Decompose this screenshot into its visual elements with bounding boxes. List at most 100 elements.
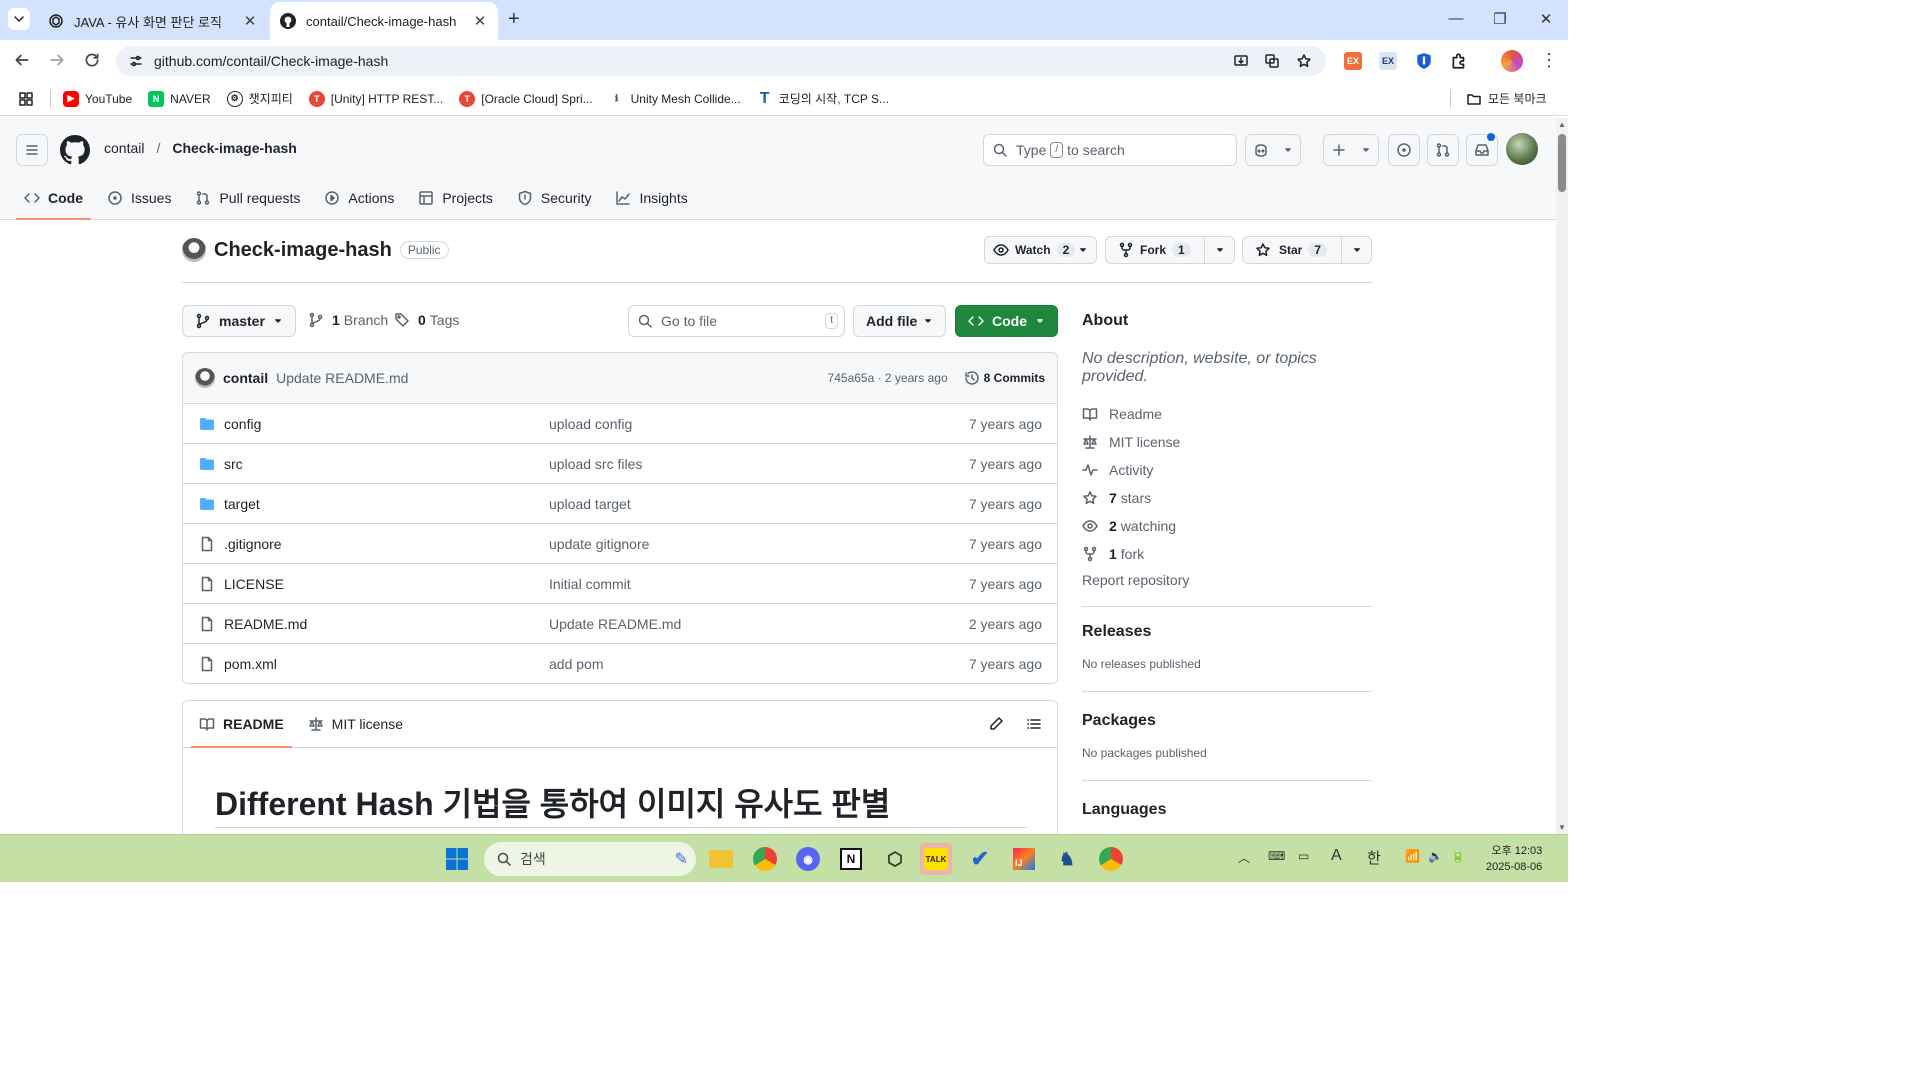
bookmark-star-icon[interactable] bbox=[1296, 53, 1312, 69]
reload-icon[interactable] bbox=[83, 51, 101, 69]
close-tab-icon[interactable]: ✕ bbox=[472, 12, 488, 30]
file-name[interactable]: src bbox=[224, 456, 243, 472]
file-commit-message[interactable]: update gitignore bbox=[549, 536, 649, 552]
bookmark-unity-mesh[interactable]: ℹ Unity Mesh Collide... bbox=[608, 90, 741, 107]
file-name[interactable]: config bbox=[224, 416, 261, 432]
global-menu-button[interactable] bbox=[16, 134, 48, 166]
file-row[interactable]: pom.xml add pom 7 years ago bbox=[183, 644, 1057, 683]
file-row[interactable]: config upload config 7 years ago bbox=[183, 404, 1057, 444]
file-explorer-icon[interactable] bbox=[705, 843, 737, 875]
about-link-stars[interactable]: 7 stars bbox=[1082, 484, 1372, 512]
extension-ex-1[interactable]: EX bbox=[1344, 52, 1362, 70]
file-name[interactable]: README.md bbox=[224, 616, 307, 632]
watch-button[interactable]: Watch 2 bbox=[984, 236, 1097, 264]
scrollbar-thumb[interactable] bbox=[1558, 134, 1566, 192]
tab-license[interactable]: MIT license bbox=[300, 701, 411, 747]
tab-search-button[interactable] bbox=[8, 8, 30, 30]
all-bookmarks-button[interactable]: 모든 북마크 bbox=[1466, 90, 1547, 107]
notion-icon[interactable]: N bbox=[835, 843, 867, 875]
new-tab-button[interactable]: + bbox=[508, 8, 520, 31]
taskbar-search[interactable]: 검색 ✎ bbox=[484, 842, 696, 876]
install-app-icon[interactable] bbox=[1233, 53, 1249, 69]
tab-actions[interactable]: Actions bbox=[316, 178, 402, 218]
about-link-activity[interactable]: Activity bbox=[1082, 456, 1372, 484]
commits-link[interactable]: 8 Commits bbox=[964, 370, 1045, 386]
inbox-button[interactable] bbox=[1466, 133, 1498, 166]
star-dropdown[interactable] bbox=[1341, 237, 1371, 263]
scroll-down-icon[interactable]: ▼ bbox=[1558, 823, 1566, 832]
keyboard-icon[interactable]: ⌨ bbox=[1268, 849, 1285, 863]
file-row[interactable]: README.md Update README.md 2 years ago bbox=[183, 604, 1057, 644]
owner-avatar[interactable] bbox=[182, 238, 206, 262]
tab-issues[interactable]: Issues bbox=[99, 178, 179, 218]
site-info-icon[interactable] bbox=[128, 53, 144, 69]
system-tray[interactable]: 📶 🔈 🔋 bbox=[1405, 849, 1466, 863]
file-row[interactable]: LICENSE Initial commit 7 years ago bbox=[183, 564, 1057, 604]
ime-mode[interactable]: A bbox=[1331, 847, 1342, 865]
tab-projects[interactable]: Projects bbox=[410, 178, 501, 218]
file-commit-message[interactable]: upload target bbox=[549, 496, 631, 512]
add-file-button[interactable]: Add file bbox=[853, 305, 946, 337]
tags-link[interactable]: 0 Tags bbox=[394, 312, 459, 328]
minimize-icon[interactable]: — bbox=[1446, 10, 1466, 27]
close-tab-icon[interactable]: ✕ bbox=[242, 12, 258, 30]
commit-meta[interactable]: 745a65a · 2 years ago bbox=[828, 371, 948, 385]
file-commit-message[interactable]: Initial commit bbox=[549, 576, 631, 592]
touch-keyboard-icon[interactable]: ▭ bbox=[1298, 849, 1309, 863]
packages-title[interactable]: Packages bbox=[1082, 712, 1372, 730]
apps-grid-icon[interactable] bbox=[18, 91, 34, 107]
start-button[interactable] bbox=[441, 843, 473, 875]
commit-author[interactable]: contail bbox=[223, 370, 268, 386]
file-commit-message[interactable]: upload src files bbox=[549, 456, 642, 472]
tab-readme[interactable]: README bbox=[191, 701, 292, 748]
extensions-puzzle-icon[interactable] bbox=[1450, 52, 1468, 70]
go-to-file-input[interactable]: Go to file t bbox=[628, 305, 845, 337]
report-repository-link[interactable]: Report repository bbox=[1082, 566, 1372, 594]
file-commit-message[interactable]: add pom bbox=[549, 656, 603, 672]
about-link-mit-license[interactable]: MIT license bbox=[1082, 428, 1372, 456]
tab-security[interactable]: Security bbox=[509, 178, 600, 218]
file-commit-message[interactable]: upload config bbox=[549, 416, 632, 432]
file-row[interactable]: src upload src files 7 years ago bbox=[183, 444, 1057, 484]
branch-selector[interactable]: master bbox=[182, 305, 296, 337]
commit-message[interactable]: Update README.md bbox=[276, 370, 408, 386]
file-row[interactable]: target upload target 7 years ago bbox=[183, 484, 1057, 524]
forward-icon[interactable] bbox=[48, 51, 66, 69]
file-name[interactable]: target bbox=[224, 496, 260, 512]
repo-name[interactable]: Check-image-hash bbox=[214, 239, 392, 262]
intellij-icon[interactable]: IJ bbox=[1008, 843, 1040, 875]
create-new-button[interactable] bbox=[1323, 134, 1379, 166]
tab-pull-requests[interactable]: Pull requests bbox=[187, 178, 308, 218]
kakaotalk-icon[interactable]: TALK bbox=[920, 843, 952, 875]
browser-menu-icon[interactable]: ⋮ bbox=[1540, 50, 1558, 71]
breadcrumb-repo[interactable]: Check-image-hash bbox=[172, 140, 296, 156]
about-link-watching[interactable]: 2 watching bbox=[1082, 512, 1372, 540]
file-name[interactable]: LICENSE bbox=[224, 576, 284, 592]
translate-icon[interactable] bbox=[1264, 53, 1280, 69]
file-name[interactable]: pom.xml bbox=[224, 656, 277, 672]
bookmark-unity-http[interactable]: T [Unity] HTTP REST... bbox=[308, 90, 443, 107]
search-input[interactable]: Type / to search bbox=[983, 134, 1237, 166]
back-icon[interactable] bbox=[13, 51, 31, 69]
file-row[interactable]: .gitignore update gitignore 7 years ago bbox=[183, 524, 1057, 564]
taskbar-clock[interactable]: 오후 12:03 2025-08-06 bbox=[1486, 843, 1542, 875]
window-close-icon[interactable]: ✕ bbox=[1536, 10, 1556, 28]
scroll-up-icon[interactable]: ▲ bbox=[1558, 120, 1566, 129]
file-name[interactable]: .gitignore bbox=[224, 536, 282, 552]
chrome-active-icon[interactable] bbox=[1095, 843, 1127, 875]
tab-insights[interactable]: Insights bbox=[607, 178, 695, 218]
about-link-fork[interactable]: 1 fork bbox=[1082, 540, 1372, 568]
branches-link[interactable]: 1 Branch bbox=[308, 312, 388, 328]
copilot-button[interactable] bbox=[1245, 134, 1301, 166]
fork-dropdown[interactable] bbox=[1204, 237, 1234, 263]
edit-pencil-icon[interactable] bbox=[988, 716, 1004, 732]
game-app-icon[interactable]: ♞ bbox=[1051, 843, 1083, 875]
outline-list-icon[interactable] bbox=[1026, 716, 1042, 732]
pull-requests-button[interactable] bbox=[1427, 134, 1459, 166]
bookmark-chatgpt[interactable]: ⚙ 챗지피티 bbox=[226, 90, 293, 107]
breadcrumb-owner[interactable]: contail bbox=[104, 140, 144, 156]
star-button[interactable]: Star 7 bbox=[1242, 236, 1372, 264]
discord-icon[interactable]: ◉ bbox=[792, 843, 824, 875]
bookmark-naver[interactable]: N NAVER bbox=[148, 90, 211, 107]
unity-icon[interactable]: ⬡ bbox=[879, 843, 911, 875]
